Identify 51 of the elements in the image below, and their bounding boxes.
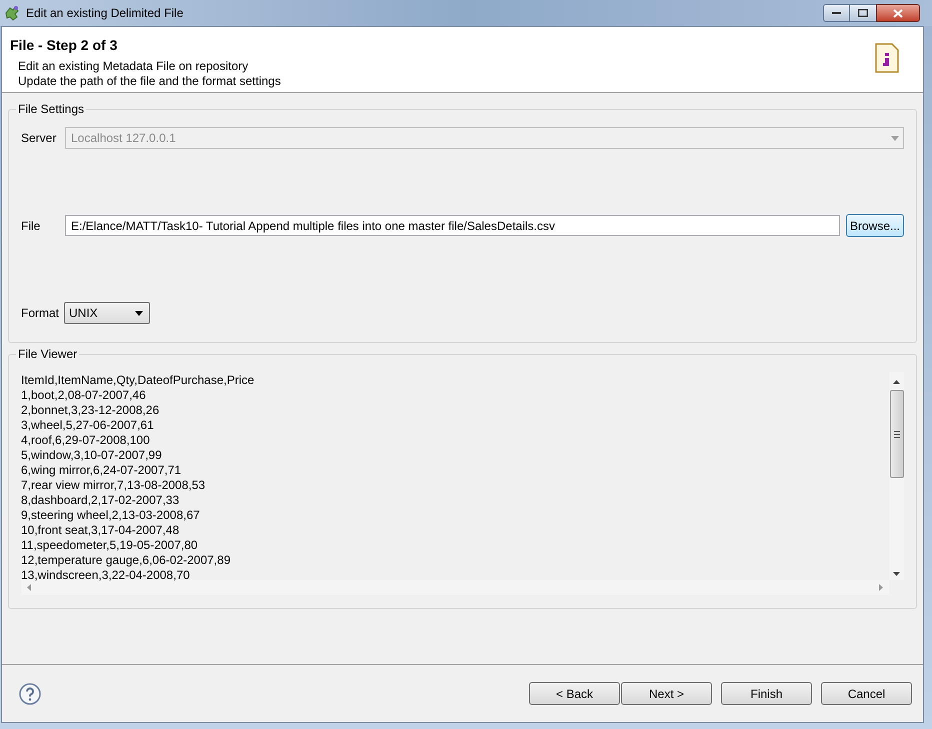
field-label: File	[21, 218, 42, 234]
file-line: 11,speedometer,5,19-05-2007,80	[21, 538, 199, 553]
file-line: 7,rear view mirror,7,13-08-2008,53	[21, 478, 206, 493]
file-line: 3,wheel,5,27-06-2007,61	[21, 418, 155, 433]
vertical-scrollbar[interactable]	[889, 372, 904, 580]
description-text: Update the path of the file and the format settings	[18, 74, 281, 89]
format-value: UNIX	[69, 305, 98, 322]
field-label: Server	[21, 130, 58, 147]
dropdown-arrow-icon	[135, 310, 143, 316]
puzzle-icon	[4, 5, 20, 21]
wizard-button[interactable]: Finish	[721, 682, 812, 705]
format-dropdown[interactable]: UNIX	[64, 302, 150, 324]
step-title: File - Step 2 of 3	[10, 37, 118, 53]
server-value: Localhost 127.0.0.1	[71, 130, 176, 147]
file-line: 8,dashboard,2,17-02-2007,33	[21, 493, 180, 508]
minimize-button[interactable]	[823, 4, 850, 22]
dropdown-arrow-icon	[891, 136, 899, 140]
file-line: 12,temperature gauge,6,06-02-2007,89	[21, 553, 232, 568]
file-line: 4,roof,6,29-07-2008,100	[21, 433, 151, 448]
minimize-icon	[832, 11, 841, 15]
file-line: 2,bonnet,3,23-12-2008,26	[21, 403, 160, 418]
field-label: Format	[21, 305, 60, 322]
help-icon[interactable]	[19, 682, 41, 704]
description-text: Edit an existing Metadata File on repository	[18, 59, 250, 74]
scroll-down-icon	[893, 572, 900, 576]
maximize-button[interactable]	[850, 4, 876, 22]
file-path-field[interactable]: E:/Elance/MATT/Task10- Tutorial Append multiple files into one master file/SalesDetails.csv	[65, 215, 840, 236]
scroll-up-icon	[893, 380, 900, 384]
file-line: 5,window,3,10-07-2007,99	[21, 448, 163, 463]
close-icon	[893, 8, 903, 18]
file-line: 9,steering wheel,2,13-03-2008,67	[21, 508, 201, 523]
wizard-button[interactable]: < Back	[529, 682, 620, 705]
wizard-button[interactable]: Next >	[621, 682, 712, 705]
close-button[interactable]	[876, 4, 920, 22]
document-icon	[875, 43, 899, 73]
group-title: File Settings	[16, 102, 86, 116]
file-line: ItemId,ItemName,Qty,DateofPurchase,Price	[21, 373, 256, 388]
scroll-right-icon	[879, 584, 883, 591]
group-title: File Viewer	[16, 347, 80, 361]
file-line: 6,wing mirror,6,24-07-2007,71	[21, 463, 182, 478]
file-line: 1,boot,2,08-07-2007,46	[21, 388, 147, 403]
grip-icon	[894, 430, 900, 438]
browse-button[interactable]: Browse...	[846, 214, 904, 237]
wizard-button[interactable]: Cancel	[821, 682, 912, 705]
scroll-left-icon	[27, 584, 31, 591]
window-title: Edit an existing Delimited File	[26, 5, 184, 22]
scroll-thumb[interactable]	[890, 390, 904, 478]
file-line: 10,front seat,3,17-04-2007,48	[21, 523, 180, 538]
maximize-icon	[858, 9, 868, 17]
file-line: 13,windscreen,3,22-04-2008,70	[21, 568, 191, 583]
horizontal-scrollbar[interactable]	[21, 580, 889, 595]
